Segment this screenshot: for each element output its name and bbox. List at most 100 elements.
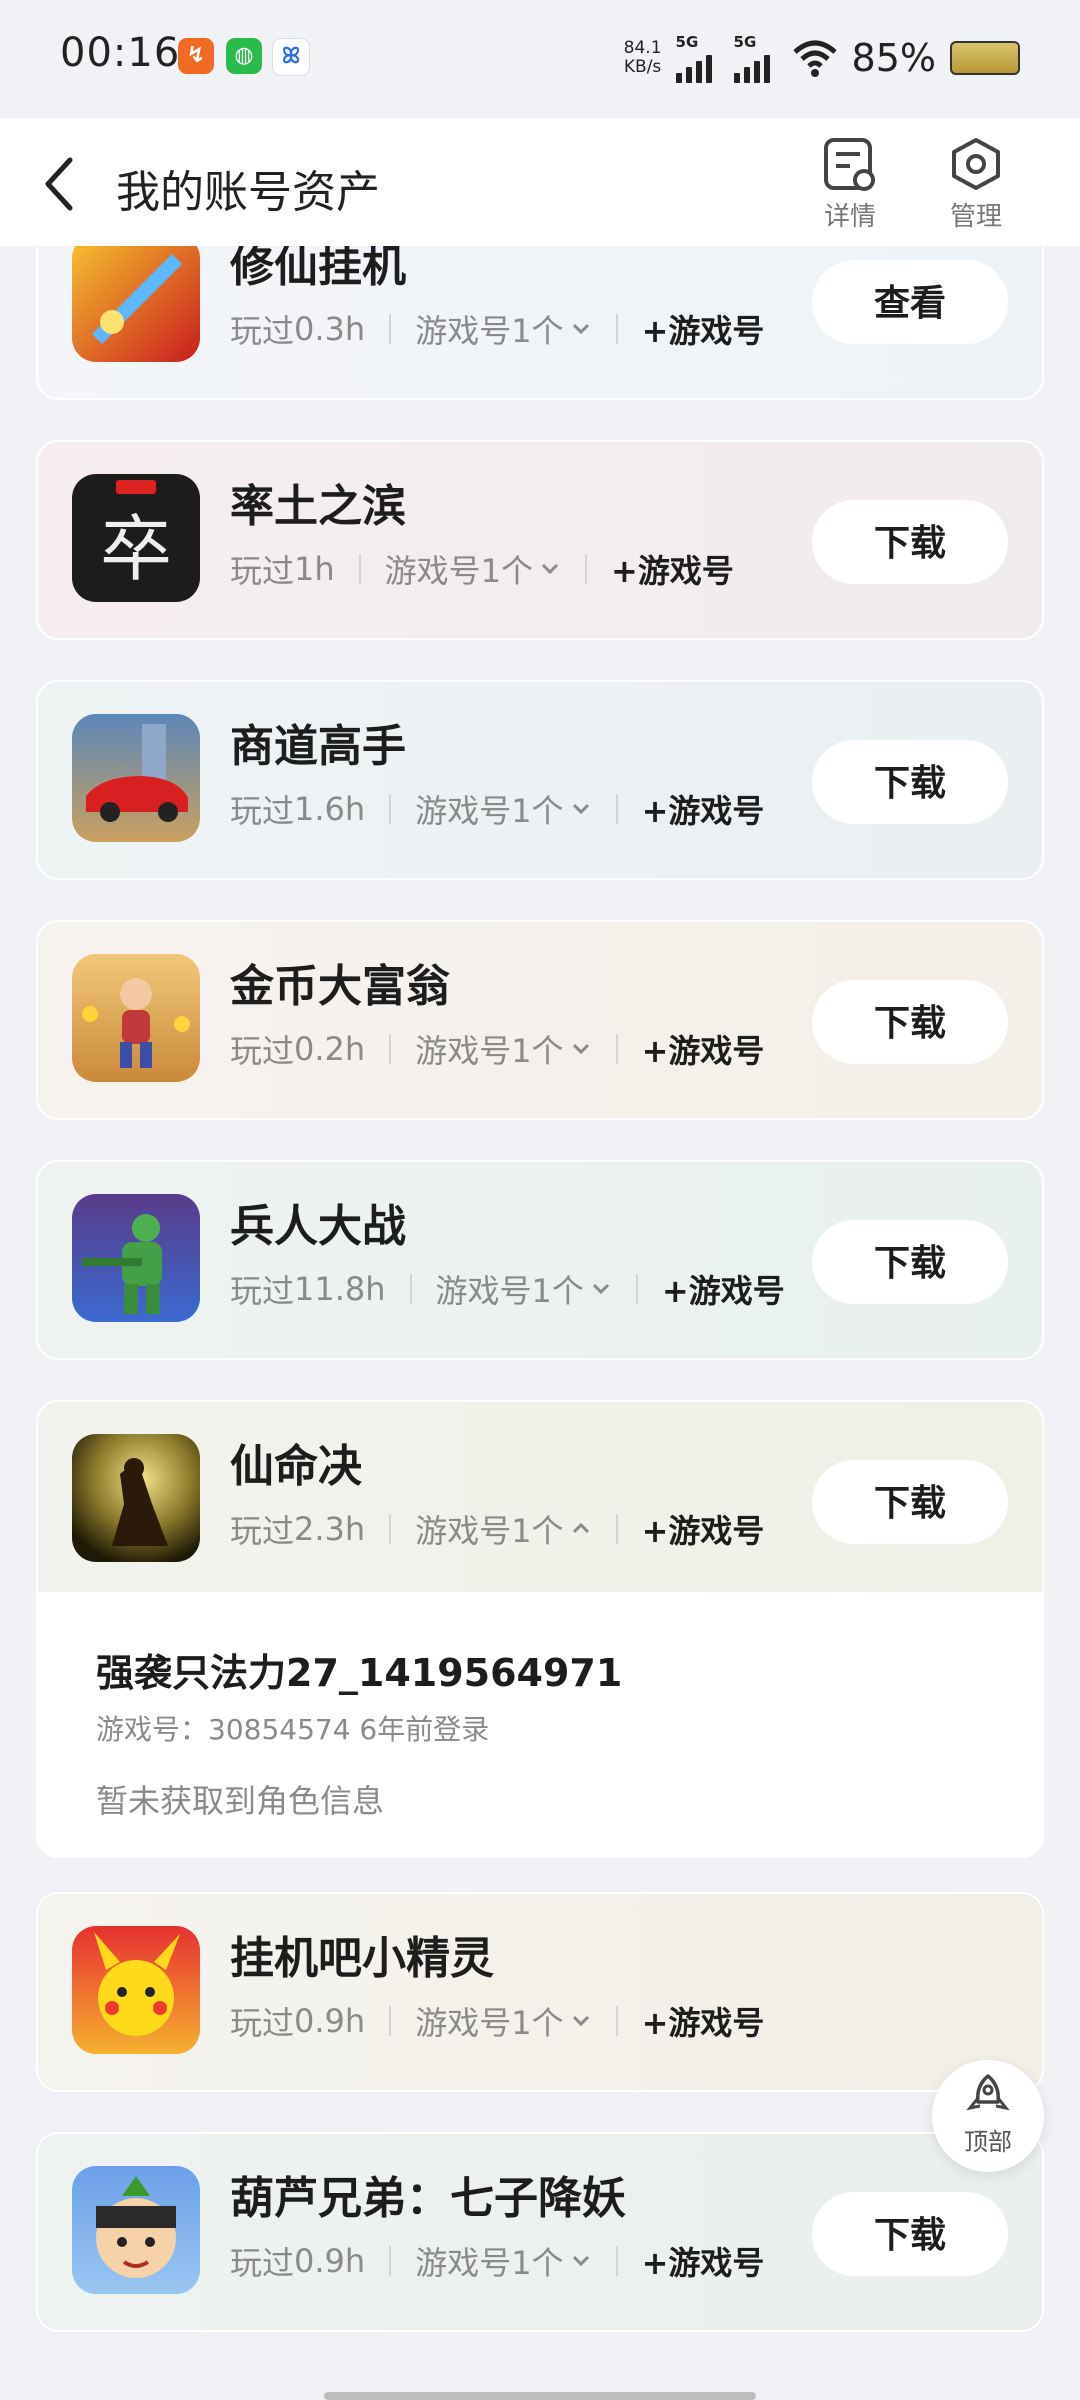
chevron-down-icon[interactable]	[590, 1278, 612, 1300]
played-prefix: 玩过	[230, 1272, 295, 1310]
divider	[615, 794, 618, 824]
game-name: 葫芦兄弟：七子降妖	[230, 2173, 626, 2224]
divider	[389, 2006, 392, 2036]
game-card[interactable]: 卒 率土之滨 玩过 1h 游戏号1个 +游戏号 下载	[36, 440, 1044, 640]
rocket-icon	[966, 2074, 1010, 2111]
network-speed: 84.1 KB/s	[623, 38, 662, 77]
account-count-toggle[interactable]: 游戏号1个	[436, 1266, 584, 1312]
divider	[615, 1514, 618, 1544]
game-meta: 玩过 0.2h 游戏号1个 +游戏号	[230, 1026, 764, 1072]
game-card[interactable]: 葫芦兄弟：七子降妖 玩过 0.9h 游戏号1个 +游戏号 下载	[36, 2132, 1044, 2332]
add-account-link[interactable]: +游戏号	[642, 1506, 765, 1552]
download-button[interactable]: 下载	[812, 1460, 1008, 1544]
zu-character-icon: 卒	[72, 474, 200, 602]
divider	[409, 1274, 412, 1304]
played-time: 0.3h	[294, 310, 366, 348]
divider	[389, 794, 392, 824]
account-count-toggle[interactable]: 游戏号1个	[415, 1026, 563, 1072]
add-account-link[interactable]: +游戏号	[642, 1026, 765, 1072]
game-name: 挂机吧小精灵	[230, 1933, 494, 1984]
account-count-toggle[interactable]: 游戏号1个	[415, 786, 563, 832]
game-meta: 玩过 1h 游戏号1个 +游戏号	[230, 546, 734, 592]
account-count-toggle[interactable]: 游戏号1个	[415, 306, 563, 352]
played-time: 1.6h	[294, 790, 366, 828]
played-time: 0.9h	[294, 2242, 366, 2280]
add-account-link[interactable]: +游戏号	[642, 2238, 765, 2284]
played-time: 2.3h	[294, 1510, 366, 1548]
download-button[interactable]: 下载	[812, 740, 1008, 824]
game-meta: 玩过 2.3h 游戏号1个 +游戏号	[230, 1506, 764, 1552]
app-notification-icon: ↯	[178, 38, 214, 74]
running-man-icon	[72, 954, 200, 1082]
account-detail-panel[interactable]: 强袭只法力27_1419564971 游戏号：30854574 6年前登录 暂未…	[36, 1592, 1044, 1858]
game-meta: 玩过 11.8h 游戏号1个 +游戏号	[230, 1266, 785, 1312]
download-button[interactable]: 下载	[812, 980, 1008, 1064]
chevron-up-icon[interactable]	[570, 1518, 592, 1540]
divider	[358, 554, 361, 584]
red-car-icon	[72, 714, 200, 842]
battery-percent: 85%	[851, 36, 936, 80]
back-to-top-label: 顶部	[964, 2128, 1012, 2156]
game-card[interactable]: 兵人大战 玩过 11.8h 游戏号1个 +游戏号 下载	[36, 1160, 1044, 1360]
green-soldier-icon	[72, 1194, 200, 1322]
divider	[389, 314, 392, 344]
account-count-toggle[interactable]: 游戏号1个	[415, 2238, 563, 2284]
played-time: 1h	[294, 550, 335, 588]
divider	[615, 314, 618, 344]
game-card[interactable]: 挂机吧小精灵 玩过 0.9h 游戏号1个 +游戏号	[36, 1892, 1044, 2092]
divider	[585, 554, 588, 584]
home-indicator[interactable]	[324, 2392, 756, 2400]
game-name: 商道高手	[230, 721, 406, 772]
back-arrow-icon[interactable]	[36, 154, 86, 214]
add-account-link[interactable]: +游戏号	[642, 786, 765, 832]
played-prefix: 玩过	[230, 2244, 295, 2282]
played-time: 11.8h	[294, 1270, 386, 1308]
manage-button[interactable]: 管理	[926, 136, 1026, 236]
status-bar: 00:16 ↯ ◍ ꕤ 84.1 KB/s 5G 5G 85%	[0, 0, 1080, 118]
detail-label: 详情	[823, 202, 876, 232]
app-header: 我的账号资产 详情 管理	[0, 118, 1080, 246]
download-button[interactable]: 下载	[812, 2192, 1008, 2276]
chevron-down-icon[interactable]	[539, 558, 561, 580]
svg-text:卒: 卒	[100, 507, 172, 591]
battery-icon	[950, 41, 1020, 75]
chevron-down-icon[interactable]	[570, 2010, 592, 2032]
status-time: 00:16	[60, 30, 181, 76]
played-prefix: 玩过	[230, 552, 295, 590]
game-card[interactable]: 商道高手 玩过 1.6h 游戏号1个 +游戏号 下载	[36, 680, 1044, 880]
game-card[interactable]: 修仙挂机 玩过 0.3h 游戏号1个 +游戏号 查看	[36, 246, 1044, 400]
account-count-toggle[interactable]: 游戏号1个	[385, 546, 533, 592]
detail-button[interactable]: 详情	[800, 136, 900, 236]
played-time: 0.2h	[294, 1030, 366, 1068]
played-time: 0.9h	[294, 2002, 366, 2040]
blade-icon	[72, 246, 200, 362]
navigation-bar	[0, 2332, 1080, 2400]
view-button[interactable]: 查看	[812, 260, 1008, 344]
account-name: 强袭只法力27_1419564971	[96, 1651, 623, 1695]
back-to-top-button[interactable]: 顶部	[932, 2060, 1044, 2172]
game-name: 金币大富翁	[230, 961, 450, 1012]
chevron-down-icon[interactable]	[570, 798, 592, 820]
game-name: 率土之滨	[230, 481, 406, 532]
game-card[interactable]: 金币大富翁 玩过 0.2h 游戏号1个 +游戏号 下载	[36, 920, 1044, 1120]
played-prefix: 玩过	[230, 792, 295, 830]
account-count-toggle[interactable]: 游戏号1个	[415, 1998, 563, 2044]
chevron-down-icon[interactable]	[570, 2250, 592, 2272]
add-account-link[interactable]: +游戏号	[642, 1998, 765, 2044]
chevron-down-icon[interactable]	[570, 1038, 592, 1060]
played-prefix: 玩过	[230, 1512, 295, 1550]
add-account-link[interactable]: +游戏号	[662, 1266, 785, 1312]
gourd-brother-icon	[72, 2166, 200, 2294]
download-button[interactable]: 下载	[812, 500, 1008, 584]
chevron-down-icon[interactable]	[570, 318, 592, 340]
divider	[615, 1034, 618, 1064]
account-info: 游戏号：30854574 6年前登录	[96, 1713, 490, 1746]
game-list[interactable]: 修仙挂机 玩过 0.3h 游戏号1个 +游戏号 查看 卒 率土之滨 玩过 1h 游戏…	[0, 246, 1080, 2332]
role-info: 暂未获取到角色信息	[96, 1782, 385, 1820]
add-account-link[interactable]: +游戏号	[642, 306, 765, 352]
download-button[interactable]: 下载	[812, 1220, 1008, 1304]
account-count-toggle[interactable]: 游戏号1个	[415, 1506, 563, 1552]
add-account-link[interactable]: +游戏号	[611, 546, 734, 592]
divider	[615, 2246, 618, 2276]
divider	[635, 1274, 638, 1304]
